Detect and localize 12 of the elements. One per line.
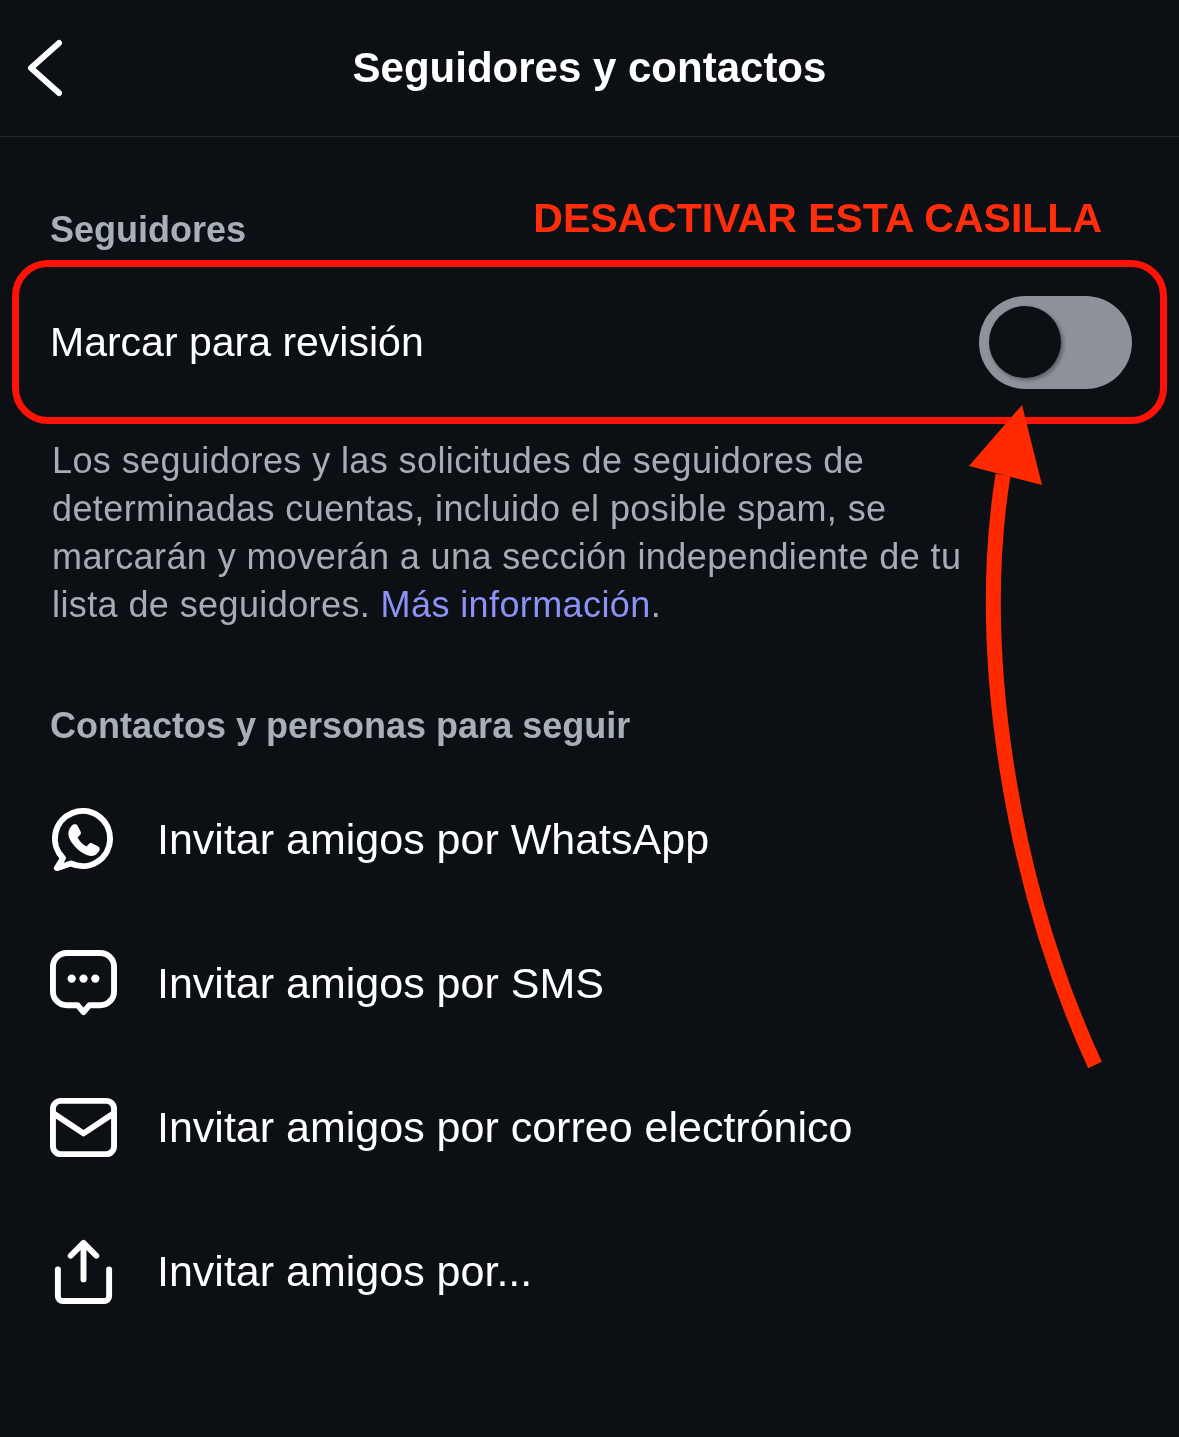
setting-label: Marcar para revisión — [50, 318, 424, 367]
annotation-label: DESACTIVAR ESTA CASILLA — [533, 195, 1102, 241]
invite-option[interactable]: Invitar amigos por WhatsApp — [0, 767, 710, 911]
invite-option[interactable]: Invitar amigos por... — [0, 1199, 533, 1343]
chat-bubble-icon — [50, 949, 117, 1017]
section-heading: Contactos y personas para seguir — [50, 705, 631, 747]
invite-option[interactable]: Invitar amigos por correo electrónico — [0, 1055, 853, 1199]
section-heading: Seguidores — [50, 209, 247, 251]
page-title: Seguidores y contactos — [352, 43, 827, 93]
invite-option[interactable]: Invitar amigos por SMS — [0, 911, 604, 1055]
description-text: Los seguidores y las solicitudes de seguidores de determinadas cuentas, incluido el posible spam, se marcarán y moverán a una sección independiente de tu lista de seguidores. Más información. — [52, 439, 963, 627]
more-info-link[interactable]: Más información — [380, 584, 651, 625]
